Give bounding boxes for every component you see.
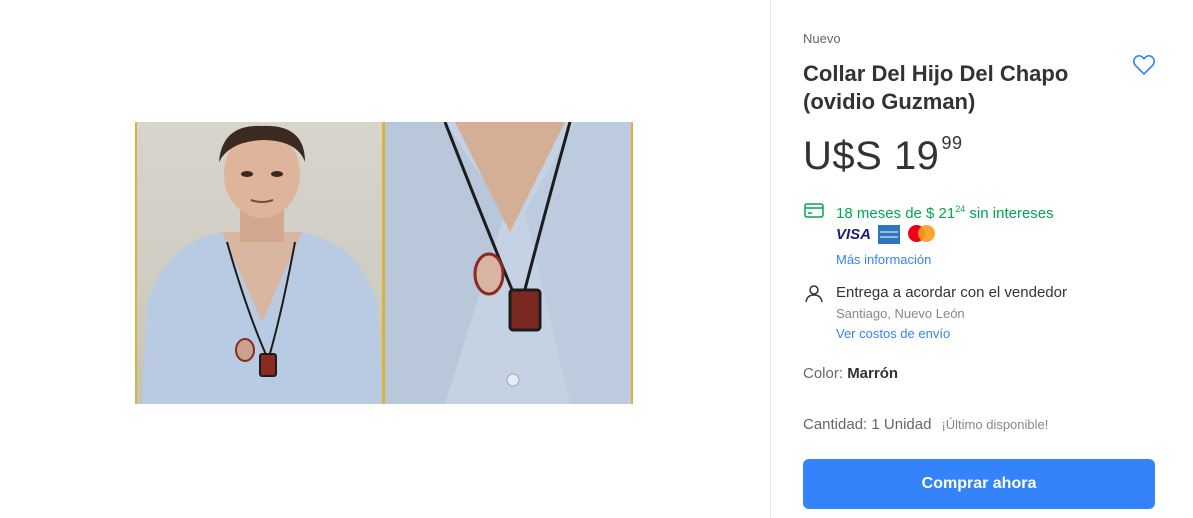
- price-integer: 19: [893, 134, 940, 178]
- quantity-selector[interactable]: Cantidad: 1 Unidad: [803, 416, 931, 433]
- color-value: Marrón: [847, 365, 899, 382]
- installments-row: 18 meses de $ 2124 sin intereses: [804, 203, 1054, 223]
- availability-note: ¡Último disponible!: [941, 417, 1049, 432]
- person-icon: [804, 284, 824, 309]
- photo-panel-portrait: [135, 122, 384, 404]
- photo-panel-closeup: [384, 122, 633, 404]
- condition-label: Nuevo: [803, 31, 841, 46]
- buy-now-button[interactable]: Comprar ahora: [803, 459, 1155, 509]
- portrait-illustration: [142, 125, 382, 404]
- necklace-closeup-illustration: [385, 122, 631, 404]
- mastercard-icon: [908, 225, 936, 244]
- price-currency: U$S: [803, 134, 883, 178]
- installments-suffix: sin intereses: [965, 205, 1054, 222]
- product-details: Nuevo Collar Del Hijo Del Chapo (ovidio …: [770, 0, 1193, 518]
- installments-text: 18 meses de $ 2124 sin intereses: [836, 204, 1054, 222]
- payment-cards: VISA: [836, 225, 936, 244]
- product-page: Nuevo Collar Del Hijo Del Chapo (ovidio …: [0, 0, 1193, 518]
- quantity-row: Cantidad: 1 Unidad ¡Último disponible!: [803, 416, 1048, 433]
- visa-icon: VISA: [836, 226, 872, 243]
- shipping-row: Entrega a acordar con el vendedor Santia…: [804, 284, 1067, 341]
- price: U$S 19 99: [803, 133, 963, 179]
- installments-cents: 24: [955, 204, 966, 214]
- price-cents: 99: [941, 133, 963, 153]
- heart-icon[interactable]: [1132, 54, 1156, 76]
- product-gallery: [0, 0, 770, 518]
- shipping-costs-link[interactable]: Ver costos de envío: [836, 326, 950, 341]
- installments-amount: 18 meses de $ 21: [836, 205, 956, 222]
- more-info-link[interactable]: Más información: [836, 252, 931, 267]
- product-title: Collar Del Hijo Del Chapo (ovidio Guzman…: [803, 61, 1069, 114]
- color-label: Color:: [803, 365, 848, 382]
- credit-card-icon: [804, 203, 824, 223]
- product-image[interactable]: [135, 122, 633, 404]
- color-attribute: Color: Marrón: [803, 365, 898, 382]
- shipping-location: Santiago, Nuevo León: [836, 306, 965, 321]
- amex-icon: [878, 225, 900, 244]
